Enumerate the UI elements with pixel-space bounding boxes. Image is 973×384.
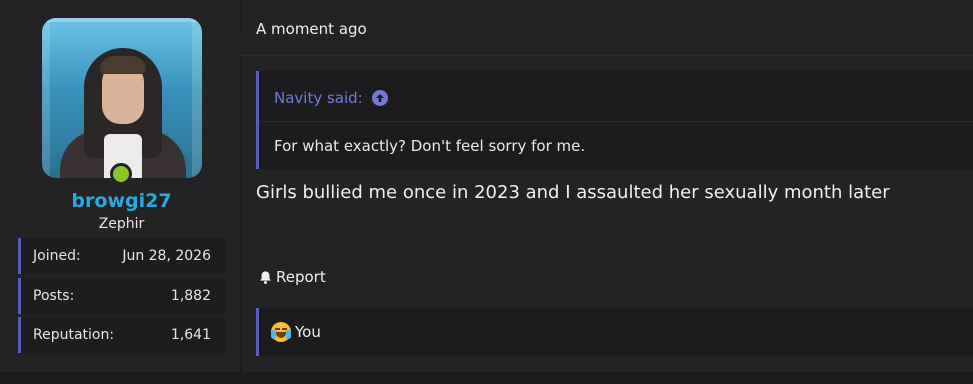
stat-label: Joined: [33, 248, 81, 264]
arrow-up-circle-icon[interactable] [371, 90, 388, 106]
quote-author[interactable]: Navity said: [274, 89, 363, 107]
post-message: Girls bullied me once in 2023 and I assa… [256, 182, 890, 203]
reactions-bar[interactable]: You [256, 308, 973, 356]
stat-label: Posts: [33, 288, 75, 304]
forum-post: browgi27 Zephir Joined: Jun 28, 2026 Pos… [0, 0, 973, 384]
emoji-mouth [276, 332, 286, 338]
quote-text: For what exactly? Don't feel sorry for m… [274, 137, 586, 155]
crying-laughing-emoji-icon [271, 322, 291, 342]
post-speech-arrow [228, 30, 242, 58]
user-stat-joined: Joined: Jun 28, 2026 [18, 238, 225, 274]
emoji-tear [286, 330, 291, 339]
username-link[interactable]: browgi27 [0, 190, 243, 212]
reaction-user-label[interactable]: You [295, 323, 321, 341]
stat-value: Jun 28, 2026 [122, 248, 211, 264]
quote-header[interactable]: Navity said: [274, 89, 388, 107]
user-stat-posts: Posts: 1,882 [18, 278, 225, 314]
avatar-hair [100, 56, 146, 74]
user-info-panel: browgi27 Zephir Joined: Jun 28, 2026 Pos… [0, 0, 240, 372]
online-status-indicator [110, 163, 132, 185]
report-label: Report [276, 268, 326, 286]
user-title: Zephir [98, 216, 145, 232]
stat-label: Reputation: [33, 327, 115, 343]
emoji-eye [275, 328, 280, 330]
bell-icon [260, 270, 271, 284]
quote-block: Navity said: For what exactly? Don't fee… [256, 71, 973, 169]
post-content: A moment ago Navity said: For what exact… [242, 0, 973, 372]
user-stat-reputation: Reputation: 1,641 [18, 317, 225, 353]
user-avatar[interactable] [42, 18, 202, 178]
stat-value: 1,882 [170, 288, 211, 304]
quote-divider [259, 121, 973, 122]
post-date[interactable]: A moment ago [256, 20, 367, 38]
stat-value: 1,641 [170, 327, 211, 343]
report-button[interactable]: Report [258, 268, 326, 286]
header-divider [242, 55, 973, 56]
